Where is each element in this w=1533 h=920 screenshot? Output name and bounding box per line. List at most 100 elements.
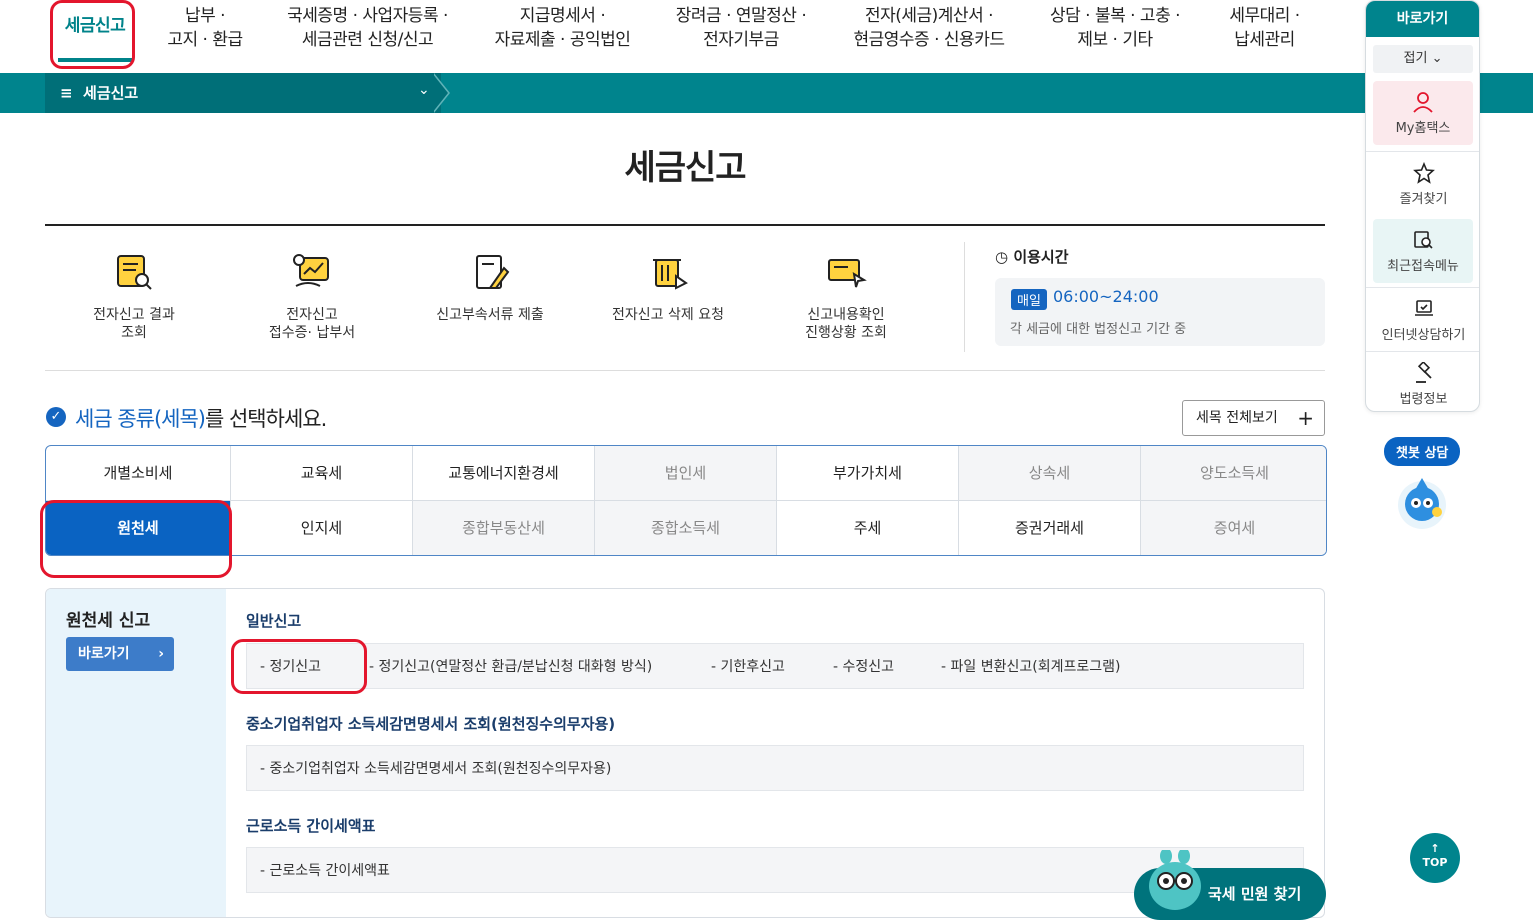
nav-label: 상담 · 불복 · 고충 · bbox=[1049, 6, 1181, 26]
nav-statement[interactable]: 지급명세서 · 자료제출 · 공익법인 bbox=[480, 4, 645, 52]
quick-receipt[interactable]: 전자신고 접수증· 납부서 bbox=[227, 250, 397, 342]
link-amended-filing[interactable]: - 수정신고 bbox=[833, 656, 894, 676]
tax-cell[interactable]: 교통에너지환경세 bbox=[413, 446, 595, 501]
breadcrumb-text: 세금신고 bbox=[83, 84, 139, 102]
nav-label: 전자기부금 bbox=[703, 30, 779, 50]
receipt-hand-icon bbox=[293, 254, 329, 287]
tax-cell[interactable]: 양도소득세 bbox=[1141, 446, 1326, 501]
tax-cell[interactable]: 인지세 bbox=[231, 501, 413, 555]
laptop-check-icon bbox=[1414, 300, 1433, 316]
tax-cell[interactable]: 종합부동산세 bbox=[413, 501, 595, 555]
gavel-icon bbox=[1415, 362, 1432, 383]
select-tax-title: 세금 종류(세목)를 선택하세요. bbox=[75, 403, 327, 433]
section-head-sme: 중소기업취업자 소득세감면명세서 조회(원천징수의무자용) bbox=[246, 715, 616, 733]
nav-label: 국세증명 · 사업자등록 · bbox=[287, 6, 448, 26]
select-title-highlight: 세금 종류(세목) bbox=[75, 407, 206, 431]
link-late-filing[interactable]: - 기한후신고 bbox=[711, 656, 785, 676]
tax-cell[interactable]: 종합소득세 bbox=[595, 501, 777, 555]
chevron-right-icon: › bbox=[158, 646, 164, 662]
nav-consulting[interactable]: 상담 · 불복 · 고충 · 제보 · 기타 bbox=[1035, 4, 1195, 52]
scroll-top-button[interactable]: ↑ TOP bbox=[1410, 833, 1460, 883]
nav-certificate[interactable]: 국세증명 · 사업자등록 · 세금관련 신청/신고 bbox=[270, 4, 465, 52]
nav-label: 제보 · 기타 bbox=[1077, 30, 1153, 50]
quick-label: 신고부속서류 제출 bbox=[436, 307, 544, 323]
chatbot-button[interactable]: 챗봇 상담 bbox=[1384, 437, 1461, 466]
link-file-conversion[interactable]: - 파일 변환신고(회계프로그램) bbox=[941, 656, 1120, 676]
highlight-box-regular-filing bbox=[231, 639, 367, 694]
section-head-simple-tax: 근로소득 간이세액표 bbox=[246, 817, 376, 835]
nav-tax-agent[interactable]: 세무대리 · 납세관리 bbox=[1212, 4, 1317, 52]
quick-label: 조회 bbox=[121, 325, 147, 341]
section-divider bbox=[45, 370, 1325, 371]
tax-cell[interactable]: 교육세 bbox=[231, 446, 413, 501]
quick-e-filing-result[interactable]: 전자신고 결과 조회 bbox=[49, 250, 219, 342]
nav-label: 전자(세금)계산서 · bbox=[864, 6, 994, 26]
quick-access-menu: 바로가기 접기 ⌄ My홈택스 즐겨찾기 최근접속메뉴 인터넷상담하기 법령정보 bbox=[1365, 0, 1480, 412]
section-head-general: 일반신고 bbox=[246, 612, 302, 630]
view-all-tax-button[interactable]: 세목 전체보기 + bbox=[1182, 400, 1325, 436]
chatbot-mascot-icon[interactable] bbox=[1393, 474, 1451, 532]
quick-delete-request[interactable]: 전자신고 삭제 요청 bbox=[583, 250, 753, 324]
hamburger-icon: ≡ bbox=[60, 84, 73, 102]
nav-label: 세무대리 · bbox=[1229, 6, 1300, 26]
fold-button[interactable]: 접기 ⌄ bbox=[1373, 45, 1473, 73]
link-simple-tax-table[interactable]: - 근로소득 간이세액표 bbox=[260, 860, 390, 880]
my-hometax-label: My홈택스 bbox=[1395, 121, 1451, 136]
recent-menu-link[interactable]: 최근접속메뉴 bbox=[1373, 219, 1473, 283]
check-circle-icon: ✓ bbox=[46, 407, 66, 427]
nav-label: 세금관련 신청/신고 bbox=[301, 30, 434, 50]
link-regular-filing-interactive[interactable]: - 정기신고(연말정산 환급/분납신청 대화형 방식) bbox=[369, 656, 652, 676]
go-button-label: 바로가기 bbox=[78, 646, 130, 662]
plus-icon: + bbox=[1297, 406, 1314, 430]
highlight-box-nav bbox=[50, 0, 135, 69]
online-consult-link[interactable]: 인터넷상담하기 bbox=[1366, 287, 1479, 351]
go-button[interactable]: 바로가기 › bbox=[66, 637, 174, 671]
law-info-link[interactable]: 법령정보 bbox=[1366, 351, 1479, 411]
top-navigation: 세금신고 납부 · 고지 · 환급 국세증명 · 사업자등록 · 세금관련 신청/신… bbox=[0, 0, 1533, 73]
breadcrumb-divider-inner bbox=[432, 73, 448, 113]
mascot-glasses-icon bbox=[1149, 850, 1201, 910]
quick-label: 전자신고 bbox=[286, 307, 338, 323]
select-title-suffix: 를 선택하세요. bbox=[204, 407, 327, 431]
quick-attach-docs[interactable]: 신고부속서류 제출 bbox=[405, 250, 575, 324]
quick-label: 진행상황 조회 bbox=[805, 325, 887, 341]
tax-cell[interactable]: 부가가치세 bbox=[777, 446, 959, 501]
panel-title: 원천세 신고 bbox=[66, 611, 151, 631]
nav-label: 현금영수증 · 신용카드 bbox=[853, 30, 1005, 50]
tax-cell[interactable]: 법인세 bbox=[595, 446, 777, 501]
tax-type-grid: 개별소비세 교육세 교통에너지환경세 법인세 부가가치세 상속세 양도소득세 원… bbox=[45, 445, 1327, 556]
favorites-label: 즐겨찾기 bbox=[1399, 192, 1448, 207]
hours-note: 각 세금에 대한 법정신고 기간 중 bbox=[1010, 322, 1187, 337]
nav-e-invoice[interactable]: 전자(세금)계산서 · 현금영수증 · 신용카드 bbox=[840, 4, 1018, 52]
chevron-down-icon[interactable]: ⌄ bbox=[418, 82, 430, 98]
tax-cell[interactable]: 상속세 bbox=[959, 446, 1141, 501]
hours-title: ◷ 이용시간 bbox=[995, 246, 1069, 267]
tax-cell[interactable]: 개별소비세 bbox=[46, 446, 231, 501]
nav-incentive[interactable]: 장려금 · 연말정산 · 전자기부금 bbox=[660, 4, 822, 52]
view-all-label: 세목 전체보기 bbox=[1196, 410, 1278, 426]
quick-content-check[interactable]: 신고내용확인 진행상황 조회 bbox=[761, 250, 931, 342]
quick-label: 신고내용확인 bbox=[807, 307, 885, 323]
link-sme-lookup[interactable]: - 중소기업취업자 소득세감면명세서 조회(원천징수의무자용) bbox=[260, 758, 611, 778]
recent-search-icon bbox=[1414, 231, 1433, 249]
page-title: 세금신고 bbox=[624, 148, 746, 188]
nav-payment[interactable]: 납부 · 고지 · 환급 bbox=[150, 4, 260, 52]
quick-access-head: 바로가기 bbox=[1366, 1, 1479, 37]
nav-label: 지급명세서 · bbox=[519, 6, 606, 26]
hours-badge: 매일 bbox=[1011, 289, 1047, 310]
tax-cell[interactable]: 주세 bbox=[777, 501, 959, 555]
highlight-box-withholding bbox=[40, 500, 232, 578]
my-hometax-link[interactable]: My홈택스 bbox=[1373, 81, 1473, 145]
nav-label: 고지 · 환급 bbox=[167, 30, 243, 50]
monitor-cursor-icon bbox=[828, 259, 867, 288]
breadcrumb-label: ≡ 세금신고 bbox=[60, 82, 138, 103]
nav-label: 납부 · bbox=[184, 6, 226, 26]
document-pen-icon bbox=[476, 255, 510, 289]
tax-cell[interactable]: 증권거래세 bbox=[959, 501, 1141, 555]
document-search-icon bbox=[117, 255, 152, 290]
tax-cell[interactable]: 증여세 bbox=[1141, 501, 1326, 555]
favorites-link[interactable]: 즐겨찾기 bbox=[1366, 151, 1479, 215]
quick-label: 전자신고 결과 bbox=[93, 307, 175, 323]
trash-click-icon bbox=[653, 259, 688, 290]
user-icon bbox=[1413, 92, 1433, 113]
